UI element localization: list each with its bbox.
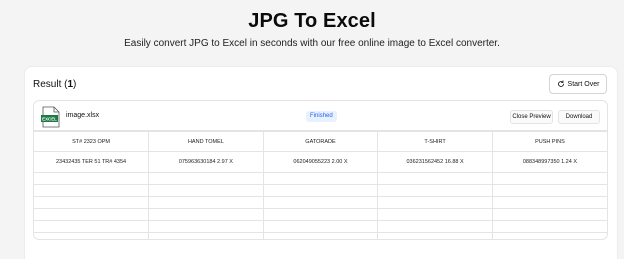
- table-cell: [148, 184, 264, 197]
- table-row: [34, 196, 607, 209]
- table-cell: [377, 220, 493, 233]
- page-title: JPG To Excel: [248, 10, 376, 32]
- table-cell: [262, 208, 379, 221]
- table-header-row: ST# 2323 OPM HAND TOMEL GATORADE T-SHIRT PUS…: [34, 131, 607, 152]
- table-cell: 036231562452 16.88 X: [377, 151, 493, 173]
- preview-table: ST# 2323 OPM HAND TOMEL GATORADE T-SHIRT PUS…: [34, 131, 607, 239]
- file-preview-panel: EXCEL image.xlsx Finished Close Preview …: [33, 100, 608, 240]
- table-cell: [491, 220, 607, 233]
- table-row: [34, 172, 607, 185]
- result-count: 1: [67, 79, 74, 90]
- table-cell: [34, 232, 150, 239]
- table-cell: [262, 184, 379, 197]
- table-cell: [377, 196, 493, 209]
- table-cell: [377, 172, 493, 185]
- table-cell: [34, 184, 150, 197]
- status-badge: Finished: [306, 111, 337, 122]
- table-header-cell: T-SHIRT: [377, 131, 493, 152]
- table-cell: [34, 220, 150, 233]
- table-cell: [262, 196, 379, 209]
- download-button[interactable]: Download: [558, 110, 600, 124]
- table-cell: [262, 172, 379, 185]
- table-cell: [491, 232, 607, 239]
- table-cell: 062049055223 2.00 X: [262, 151, 379, 173]
- table-header-cell: GATORADE: [262, 131, 379, 152]
- table-row: [34, 232, 607, 239]
- table-cell: 23432435 TER 51 TR# 4354: [34, 151, 150, 173]
- table-cell: 075963630184 2.97 X: [148, 151, 264, 173]
- file-name: image.xlsx: [66, 112, 100, 119]
- table-row: [34, 184, 607, 197]
- page-subtitle: Easily convert JPG to Excel in seconds w…: [124, 38, 500, 49]
- close-preview-button[interactable]: Close Preview: [510, 110, 553, 124]
- table-cell: [34, 208, 150, 221]
- table-cell: [491, 184, 607, 197]
- table-cell: [148, 232, 264, 239]
- table-cell: [34, 172, 150, 185]
- start-over-label: Start Over: [567, 80, 600, 88]
- table-cell: [377, 232, 493, 239]
- start-over-button[interactable]: Start Over: [549, 74, 607, 94]
- excel-file-icon: EXCEL: [41, 106, 60, 128]
- excel-icon-label: EXCEL: [42, 117, 57, 122]
- result-label: Result: [33, 79, 62, 90]
- table-cell: [262, 232, 379, 239]
- table-header-cell: ST# 2323 OPM: [34, 131, 150, 152]
- table-cell: 088348997350 1.24 X: [491, 151, 607, 173]
- result-card: Result (1) Start Over EXCEL image.xlsx F…: [24, 66, 618, 259]
- table-header-cell: PUSH PINS: [491, 131, 607, 152]
- table-row: [34, 220, 607, 233]
- table-cell: [148, 220, 264, 233]
- table-cell: [148, 172, 264, 185]
- table-header-cell: HAND TOMEL: [148, 131, 264, 152]
- table-cell: [491, 172, 607, 185]
- file-row: EXCEL image.xlsx Finished Close Preview …: [34, 101, 607, 131]
- result-header: Result (1): [33, 79, 77, 90]
- table-cell: [34, 196, 150, 209]
- table-cell: [377, 184, 493, 197]
- table-cell: [491, 196, 607, 209]
- table-cell: [377, 208, 493, 221]
- table-row: [34, 208, 607, 221]
- table-cell: [148, 208, 264, 221]
- table-row: 23432435 TER 51 TR# 4354 075963630184 2.9…: [34, 151, 607, 173]
- table-cell: [148, 196, 264, 209]
- table-cell: [491, 208, 607, 221]
- refresh-icon: [557, 80, 564, 87]
- table-cell: [262, 220, 379, 233]
